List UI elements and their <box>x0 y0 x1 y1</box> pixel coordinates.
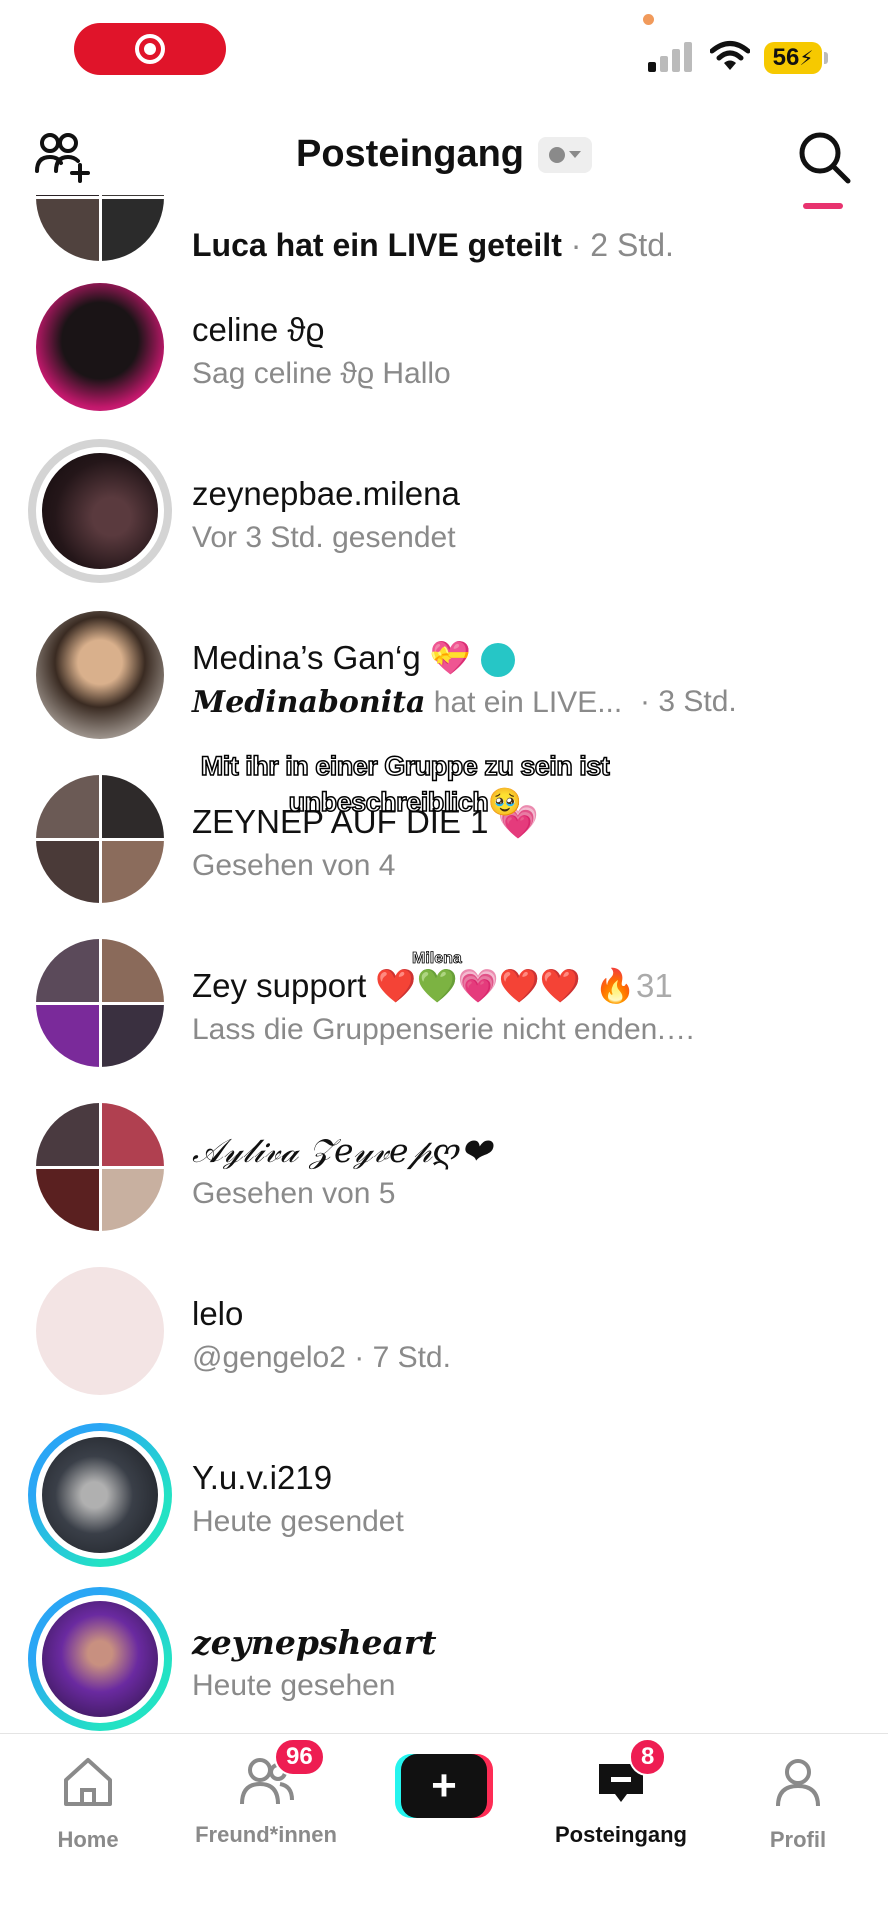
battery-level: 56 <box>772 44 800 71</box>
home-icon <box>64 1758 112 1806</box>
conversation-name: lelo <box>192 1295 244 1332</box>
conversation-preview: 𝑴𝒆𝒅𝒊𝒏𝒂𝒃𝒐𝒏𝒊𝒕𝒂 hat ein LIVE... <box>192 685 623 720</box>
inbox-icon-wrap: 8 <box>591 1738 667 1812</box>
record-icon <box>135 34 165 64</box>
conversation-name: 𝒜𝓎𝓁𝒾𝓋𝒶 𝒵𝑒𝓎𝓋𝑒𝓅ღ❤ <box>192 1131 491 1170</box>
status-dot <box>549 146 566 163</box>
conversation-time: · 3 Std. <box>640 685 737 718</box>
avatar <box>42 1601 158 1717</box>
conversation-preview: Heute gesendet <box>192 1505 404 1538</box>
plus-icon: + <box>401 1754 487 1818</box>
avatar <box>36 611 164 739</box>
inbox-badge: 8 <box>629 1738 667 1776</box>
story-ring <box>28 1587 172 1731</box>
online-status-toggle[interactable] <box>538 136 593 173</box>
avatar <box>42 1437 158 1553</box>
conversation-preview: Vor 3 Std. gesendet <box>192 521 456 554</box>
avatar <box>36 1267 164 1395</box>
list-item[interactable]: zeynepbae.milena Vor 3 Std. gesendet <box>0 439 888 605</box>
avatar <box>36 939 164 1067</box>
nav-label-friends: Freund*innen <box>195 1822 337 1847</box>
conversation-name: 𝒛𝒆𝒚𝒏𝒆𝒑𝒔𝒉𝒆𝒂𝒓𝒕 <box>192 1623 437 1662</box>
avatar <box>36 195 164 261</box>
flame-icon: 🔥 <box>594 967 636 1004</box>
story-ring <box>28 439 172 583</box>
conversation-name: Medina’s Gan‘g 💝 <box>192 639 515 678</box>
battery-icon: 56 ⚡ <box>764 42 822 74</box>
unread-marker <box>803 203 843 209</box>
nav-label-home: Home <box>57 1827 119 1852</box>
list-item[interactable]: 𝒜𝓎𝓁𝒾𝓋𝒶 𝒵𝑒𝓎𝓋𝑒𝓅ღ❤ Gesehen von 5 <box>0 1097 888 1261</box>
story-ring <box>28 1423 172 1567</box>
avatar <box>36 1103 164 1231</box>
avatar <box>36 283 164 411</box>
group-badge-icon <box>480 643 515 678</box>
nav-home[interactable]: Home <box>8 1752 168 1853</box>
conversation-preview: Heute gesehen <box>192 1669 396 1702</box>
list-item[interactable]: Medina’s Gan‘g 💝 𝑴𝒆𝒅𝒊𝒏𝒂𝒃𝒐𝒏𝒊𝒕𝒂 hat ein LI… <box>0 605 888 769</box>
create-button[interactable]: + <box>395 1754 493 1818</box>
nav-friends[interactable]: 96 Freund*innen <box>186 1738 346 1848</box>
avatar <box>42 453 158 569</box>
wifi-icon <box>710 41 750 70</box>
list-item[interactable]: Luca hat ein LIVE geteilt · 2 Std. <box>0 195 888 279</box>
nav-label-profile: Profil <box>769 1827 827 1852</box>
nav-profile[interactable]: Profil <box>718 1752 878 1853</box>
inbox-header: Posteingang <box>0 115 888 195</box>
profile-icon <box>776 1759 820 1807</box>
conversation-preview: Lass die Gruppenserie nicht enden.… <box>192 1013 696 1046</box>
overlay-tag: Milena <box>412 950 463 968</box>
conversation-name: zeynepbae.milena <box>192 475 460 512</box>
conversation-preview: Gesehen von 4 <box>192 849 396 882</box>
friends-badge: 96 <box>274 1738 325 1776</box>
signal-icon <box>648 42 692 72</box>
battery-tip <box>824 52 828 64</box>
title-wrap: Posteingang <box>0 133 888 176</box>
status-bar: 56 ⚡ <box>0 0 888 100</box>
list-item[interactable]: Y.u.v.i219 Heute gesendet <box>0 1423 888 1589</box>
conversation-name: celine ϑϱ <box>192 311 325 348</box>
conversation-preview: Sag celine ϑϱ Hallo <box>192 357 451 390</box>
chevron-down-icon <box>569 151 582 158</box>
streak-count: 31 <box>635 967 673 1004</box>
screen-record-indicator[interactable] <box>74 23 226 75</box>
list-item[interactable]: celine ϑϱ Sag celine ϑϱ Hallo <box>0 277 888 441</box>
conversation-name: Zey support ❤️💚💗❤️❤️ 🔥31 <box>192 967 673 1004</box>
list-item[interactable]: 𝒛𝒆𝒚𝒏𝒆𝒑𝒔𝒉𝒆𝒂𝒓𝒕 Heute gesehen <box>0 1587 888 1733</box>
nav-label-inbox: Posteingang <box>554 1822 687 1847</box>
overlay-caption: Mit ihr in einer Gruppe zu sein ist unbe… <box>200 750 611 818</box>
conversation-name: Y.u.v.i219 <box>192 1459 333 1496</box>
conversation-preview: @gengelo2 · 7 Std. <box>192 1341 451 1374</box>
conversation-name: Luca hat ein LIVE geteilt · 2 Std. <box>192 227 674 263</box>
nav-inbox[interactable]: 8 Posteingang <box>541 1738 701 1848</box>
bottom-nav: Home 96 Freund*innen + 8 Posteingang Pro… <box>0 1733 888 1920</box>
search-icon[interactable] <box>796 129 852 185</box>
avatar <box>36 775 164 903</box>
mic-indicator-dot <box>643 14 654 25</box>
conversation-preview: Gesehen von 5 <box>192 1177 396 1210</box>
list-item[interactable]: lelo @gengelo2 · 7 Std. <box>0 1261 888 1425</box>
friends-icon-wrap: 96 <box>236 1738 325 1812</box>
page-title: Posteingang <box>295 133 525 175</box>
